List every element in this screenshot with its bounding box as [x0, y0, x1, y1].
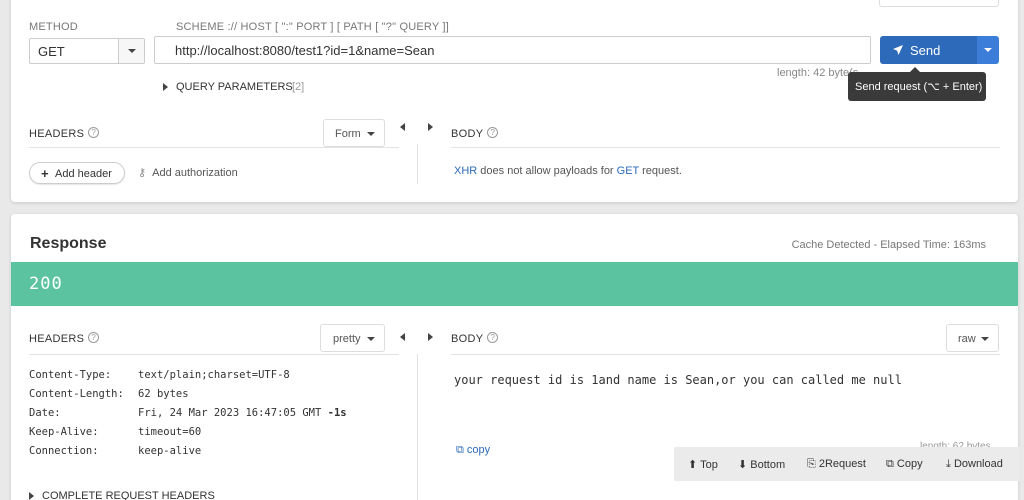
- response-title: Response: [30, 235, 107, 252]
- length-text: length: 42 byte(s: [777, 67, 859, 79]
- arrow-up-circle-icon: ⬆: [688, 459, 698, 471]
- add-authorization-label: Add authorization: [152, 167, 238, 179]
- scroll-bottom-button[interactable]: ⬇ Bottom: [738, 458, 785, 471]
- body-format-select[interactable]: raw: [946, 324, 999, 352]
- header-key: Content-Type:: [29, 369, 112, 381]
- request-body-heading: BODY?: [451, 127, 499, 140]
- request-headers-heading: HEADERS?: [29, 127, 100, 140]
- request-panel: METHOD SCHEME :// HOST [ ":" PORT ] [ PA…: [11, 0, 1018, 202]
- header-value: timeout=60: [138, 426, 202, 438]
- download-label: Download: [953, 458, 1003, 470]
- send-icon: [893, 45, 903, 55]
- copy-button[interactable]: ⧉ Copy: [886, 458, 923, 471]
- method-caption: METHOD: [29, 21, 78, 33]
- download-button[interactable]: ⤓ Download: [946, 458, 1003, 471]
- response-headers-heading: HEADERS?: [29, 332, 100, 345]
- response-divider: [417, 354, 418, 500]
- plus-icon: +: [41, 166, 49, 181]
- body-note-text: does not allow payloads for: [477, 165, 617, 177]
- help-icon: ?: [487, 127, 499, 138]
- chevron-down-icon: [367, 337, 375, 341]
- header-value: 62 bytes: [138, 388, 189, 400]
- send-button[interactable]: Send: [880, 36, 977, 64]
- response-headers-rule: [29, 354, 399, 355]
- scroll-top-label: Top: [700, 459, 718, 471]
- headers-mode-value: Form: [335, 128, 361, 140]
- collapse-left-icon[interactable]: [400, 333, 405, 341]
- method-select[interactable]: GET: [29, 38, 145, 64]
- xhr-link[interactable]: XHR: [454, 165, 477, 177]
- expand-right-icon[interactable]: [428, 333, 433, 341]
- headers-format-value: pretty: [333, 333, 361, 345]
- key-icon: ⚷: [138, 167, 147, 179]
- header-key: Keep-Alive:: [29, 426, 99, 438]
- send-options-button[interactable]: [977, 36, 999, 64]
- header-key: Date:: [29, 407, 61, 419]
- body-note: XHR does not allow payloads for GET requ…: [454, 165, 682, 177]
- arrow-down-circle-icon: ⬇: [738, 459, 748, 471]
- copy-icon: ⧉: [886, 458, 894, 470]
- add-header-label: Add header: [55, 168, 112, 180]
- header-value: Fri, 24 Mar 2023 16:47:05 GMT -1s: [138, 407, 347, 419]
- request-headers-label: HEADERS: [29, 128, 85, 140]
- response-body-text: your request id is 1and name is Sean,or …: [454, 373, 902, 387]
- chevron-down-icon: [981, 337, 989, 341]
- request-body-rule: [451, 147, 1000, 148]
- caret-right-icon: [163, 83, 168, 91]
- date-value: Fri, 24 Mar 2023 16:47:05 GMT: [138, 407, 322, 419]
- download-icon: ⤓: [946, 458, 951, 470]
- request-body-label: BODY: [451, 128, 484, 140]
- request-headers-rule: [29, 147, 399, 148]
- scroll-top-button[interactable]: ⬆ Top: [688, 458, 718, 471]
- add-header-button[interactable]: + Add header: [29, 162, 125, 184]
- copy-link[interactable]: ⧉ copy: [456, 444, 490, 457]
- copy-button-label: Copy: [896, 458, 923, 470]
- status-bar: 200: [11, 262, 1018, 306]
- method-dropdown-toggle[interactable]: [118, 39, 144, 63]
- chevron-down-icon: [367, 132, 375, 136]
- bottom-toolbar: ⬆ Top ⬇ Bottom ⎘ 2Request ⧉ Copy ⤓ Downl…: [674, 447, 1020, 481]
- copy-icon: ⧉: [456, 444, 464, 456]
- body-format-value: raw: [958, 333, 976, 345]
- url-caption: SCHEME :// HOST [ ":" PORT ] [ PATH [ "?…: [176, 21, 449, 33]
- request-divider: [417, 144, 418, 184]
- top-right-partial-box[interactable]: [879, 0, 999, 7]
- query-parameters-label: QUERY PARAMETERS: [176, 81, 293, 93]
- status-code: 200: [29, 274, 63, 294]
- collapse-left-icon[interactable]: [400, 123, 405, 131]
- copy-label: copy: [466, 444, 491, 456]
- send-tooltip: Send request (⌥ + Enter): [848, 67, 986, 101]
- help-icon: ?: [487, 332, 499, 343]
- chevron-down-icon: [984, 48, 992, 52]
- date-offset: -1s: [327, 407, 347, 419]
- header-key: Connection:: [29, 445, 99, 457]
- add-authorization-link[interactable]: ⚷ Add authorization: [138, 166, 238, 179]
- to-request-label: 2Request: [818, 458, 866, 470]
- response-body-label: BODY: [451, 333, 484, 345]
- header-key: Content-Length:: [29, 388, 124, 400]
- expand-right-icon[interactable]: [428, 123, 433, 131]
- chevron-down-icon: [128, 49, 136, 53]
- header-value: text/plain;charset=UTF-8: [138, 369, 290, 381]
- help-icon: ?: [88, 127, 100, 138]
- method-value: GET: [38, 44, 65, 59]
- help-icon: ?: [88, 332, 100, 343]
- response-body-heading: BODY?: [451, 332, 499, 345]
- query-parameters-count: [2]: [292, 81, 305, 93]
- complete-request-headers-label: COMPLETE REQUEST HEADERS: [42, 490, 215, 500]
- headers-mode-select[interactable]: Form: [323, 119, 385, 147]
- response-meta: Cache Detected - Elapsed Time: 163ms: [791, 239, 986, 251]
- send-label: Send: [910, 43, 941, 58]
- scroll-bottom-label: Bottom: [750, 459, 786, 471]
- get-link[interactable]: GET: [617, 165, 639, 177]
- response-body-rule: [451, 354, 1000, 355]
- headers-format-select[interactable]: pretty: [320, 324, 385, 352]
- url-input[interactable]: [154, 36, 871, 64]
- document-icon: ⎘: [807, 458, 816, 470]
- header-value: keep-alive: [138, 445, 202, 457]
- caret-right-icon: [29, 492, 34, 500]
- body-note-end: request.: [639, 165, 682, 177]
- response-headers-label: HEADERS: [29, 333, 85, 345]
- to-request-button[interactable]: ⎘ 2Request: [807, 458, 866, 471]
